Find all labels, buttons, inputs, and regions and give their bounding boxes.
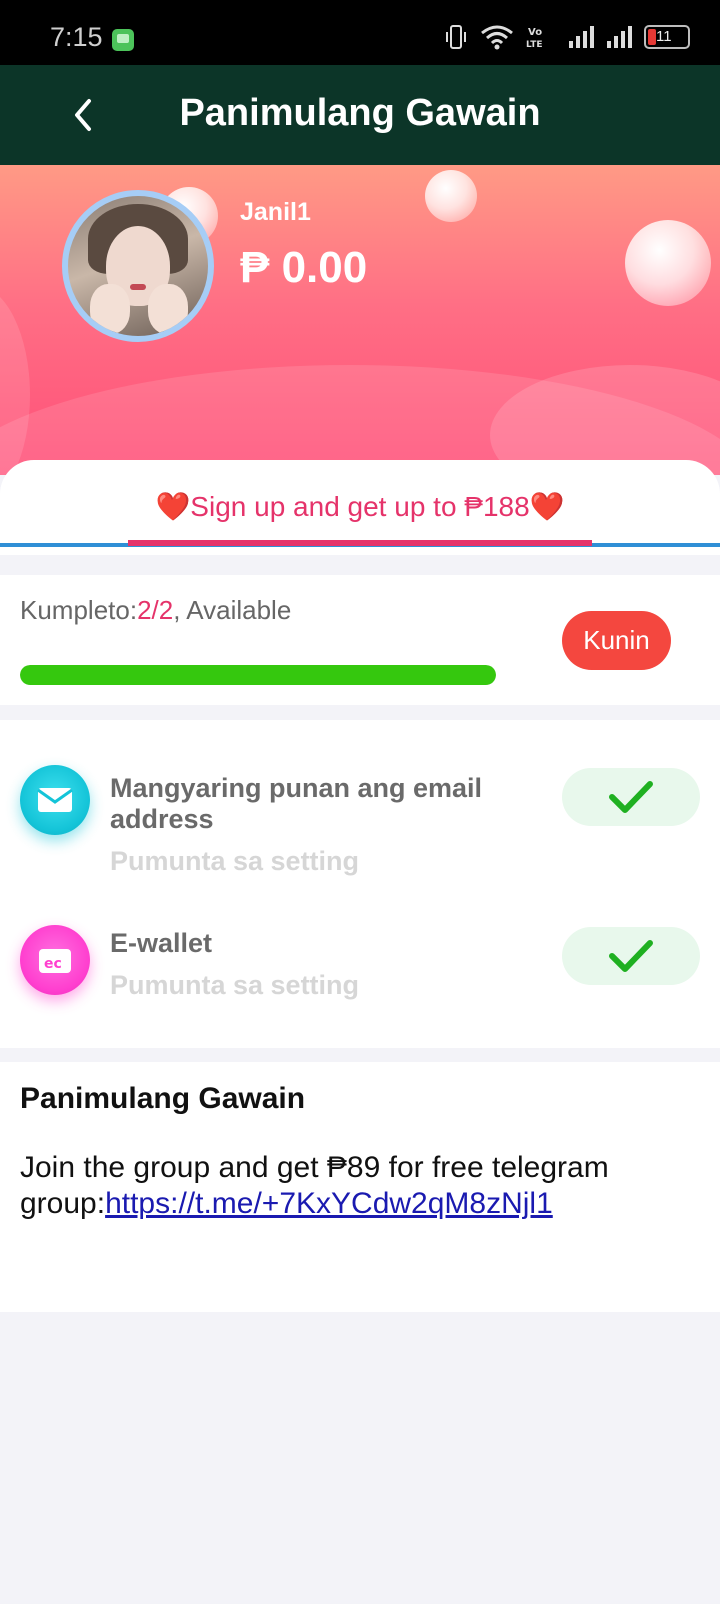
tab-active-indicator xyxy=(128,540,592,546)
status-icons: Vo LTE 11 xyxy=(444,22,690,52)
claim-button[interactable]: Kunin xyxy=(562,611,671,670)
tab-bar: ❤️Sign up and get up to ₱188❤️ xyxy=(0,460,720,555)
wifi-icon xyxy=(481,25,513,50)
progress-prefix: Kumpleto: xyxy=(20,595,138,625)
signal-icon-2 xyxy=(607,26,632,48)
app-header: Panimulang Gawain xyxy=(0,65,720,165)
progress-status: Kumpleto:2/2, Available xyxy=(20,595,291,626)
avatar[interactable] xyxy=(62,190,214,342)
mail-icon xyxy=(20,765,90,835)
message-app-icon xyxy=(112,29,134,51)
battery-level: 11 xyxy=(656,28,672,45)
telegram-link[interactable]: https://t.me/+7KxYCdw2qM8zNjl1 xyxy=(105,1187,553,1220)
task-complete-badge xyxy=(562,768,700,826)
task-title: E-wallet xyxy=(110,928,213,958)
battery-icon: 11 xyxy=(644,25,690,49)
checkmark-icon xyxy=(609,781,653,813)
wallet-icon: ec xyxy=(20,925,90,995)
progress-suffix: , Available xyxy=(173,595,292,625)
page-title: Panimulang Gawain xyxy=(179,92,541,134)
status-time: 7:15 xyxy=(50,22,103,52)
task-complete-badge xyxy=(562,927,700,985)
username: Janil1 xyxy=(240,198,311,226)
volte-icon: Vo LTE xyxy=(526,27,543,50)
task-item-email[interactable]: Mangyaring punan ang email address Pumun… xyxy=(0,720,720,880)
svg-text:ec: ec xyxy=(44,956,62,972)
task-item-ewallet[interactable]: ec E-wallet Pumunta sa setting xyxy=(0,880,720,1040)
description-card: Panimulang Gawain Join the group and get… xyxy=(0,1062,720,1312)
banner-bubble xyxy=(425,170,477,222)
svg-text:LTE: LTE xyxy=(526,40,543,50)
progress-bar-fill xyxy=(20,665,496,685)
progress-count: 2/2 xyxy=(137,595,174,625)
status-bar: 7:15 Vo LTE 11 xyxy=(0,0,720,65)
signal-icon xyxy=(569,26,594,48)
tab-signup-reward[interactable]: ❤️Sign up and get up to ₱188❤️ xyxy=(0,490,720,523)
description-title: Panimulang Gawain xyxy=(20,1082,306,1115)
banner-bubble xyxy=(625,220,711,306)
svg-text:Vo: Vo xyxy=(528,27,542,38)
account-balance: ₱ 0.00 xyxy=(240,243,368,292)
task-title: Mangyaring punan ang email address xyxy=(110,773,483,834)
task-subtitle: Pumunta sa setting xyxy=(110,846,360,876)
checkmark-icon xyxy=(609,940,653,972)
vibrate-icon xyxy=(446,25,466,49)
progress-bar xyxy=(20,665,496,685)
task-list: Mangyaring punan ang email address Pumun… xyxy=(0,720,720,1048)
description-text: Join the group and get ₱89 for free tele… xyxy=(20,1150,700,1222)
progress-card: Kumpleto:2/2, Available Kunin xyxy=(0,575,720,705)
task-subtitle: Pumunta sa setting xyxy=(110,970,360,1000)
